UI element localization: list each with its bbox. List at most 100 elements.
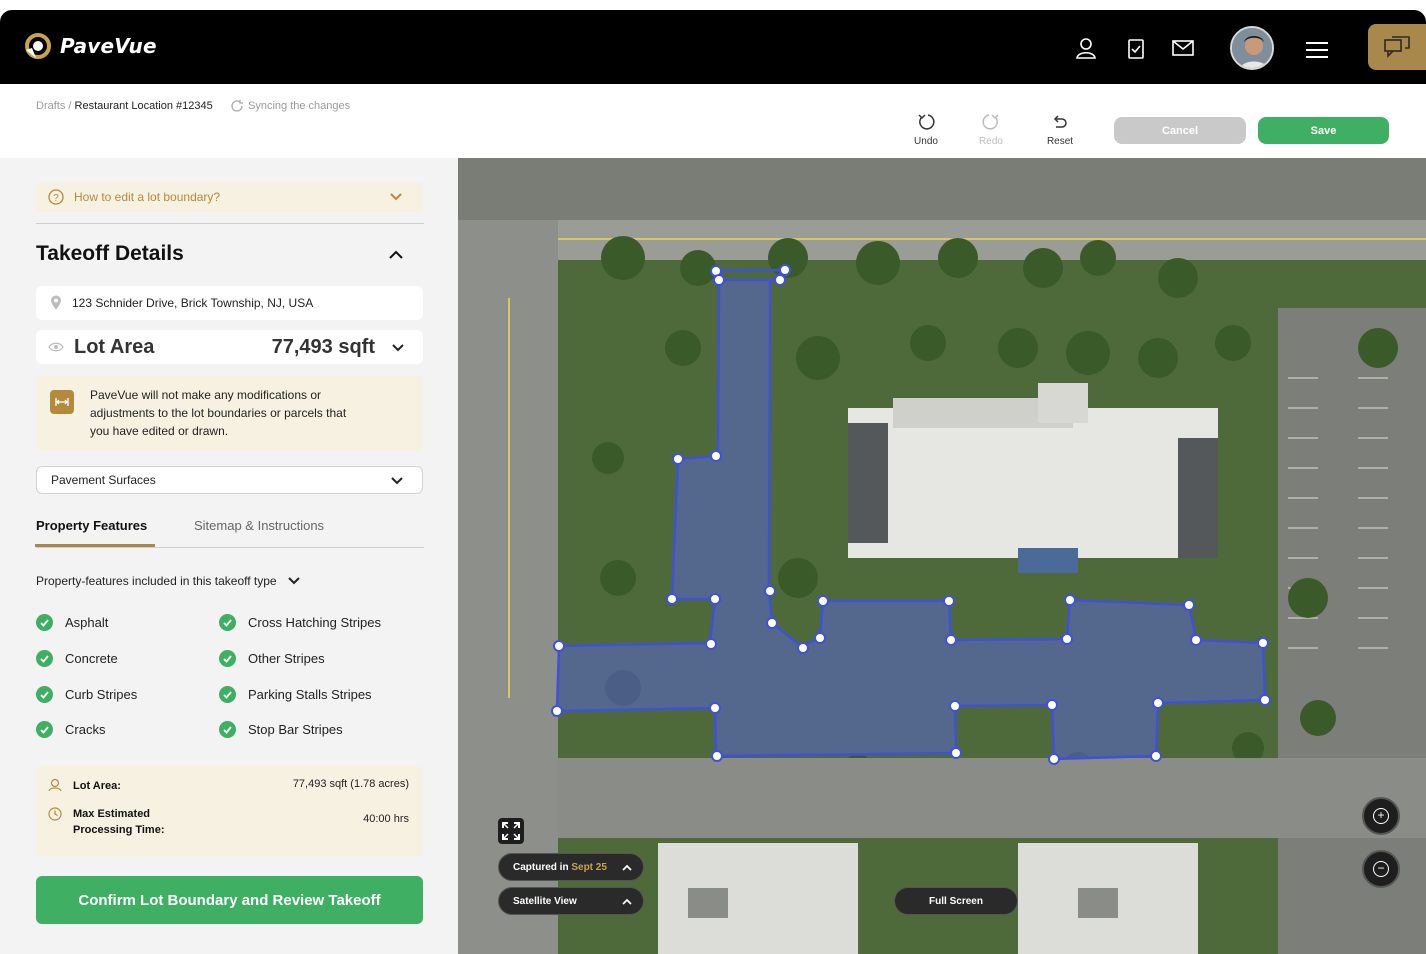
breadcrumb-root[interactable]: Drafts [36,100,65,112]
feature-item: Stop Bar Stripes [219,721,343,738]
map-view-select[interactable]: Satellite View [498,887,644,915]
chat-icon [1384,36,1410,58]
sync-icon [231,100,243,112]
check-icon [219,614,236,631]
lot-area-label: Lot Area [74,336,155,358]
breadcrumb-current: Restaurant Location #12345 [74,100,213,112]
feature-item: Concrete [36,650,118,667]
help-accordion[interactable]: ? How to edit a lot boundary? [36,182,423,212]
menu-icon[interactable] [1305,38,1329,62]
redo-button[interactable]: Redo [966,112,1016,147]
fullscreen-button[interactable]: Full Screen [894,887,1018,915]
confirm-button[interactable]: Confirm Lot Boundary and Review Takeoff [36,876,423,924]
map-view-label: Satellite View [513,895,577,907]
avatar-portrait-icon [1232,28,1272,68]
notice-text: PaveVue will not make any modifications … [90,388,347,438]
question-icon: ? [48,189,64,205]
sync-status-text: Syncing the changes [248,100,351,112]
tab-property-features[interactable]: Property Features [36,518,147,533]
check-icon [36,721,53,738]
takeoff-summary: Lot Area: 77,493 sqft (1.78 acres) Max E… [36,766,423,856]
chevron-down-icon [392,344,404,352]
tab-sitemap-instructions[interactable]: Sitemap & Instructions [194,518,324,533]
zoom-in-button[interactable]: + [1362,797,1400,835]
summary-time-label: Max Estimated [73,808,151,820]
boundary-icon [50,390,74,414]
feature-label: Concrete [65,651,118,666]
check-icon [36,686,53,703]
minus-icon: − [1373,861,1389,877]
avatar[interactable] [1230,26,1274,70]
chevron-down-icon [390,193,402,201]
chat-button[interactable] [1368,24,1426,70]
redo-icon [982,114,999,130]
mail-icon[interactable] [1171,36,1195,60]
cancel-button[interactable]: Cancel [1114,117,1246,144]
panel-tabs: Property Features Sitemap & Instructions [35,516,424,548]
check-icon [219,686,236,703]
summary-lot-area-label: Lot Area: [73,780,121,792]
satellite-map[interactable]: Captured in Sept 25 Satellite View Full … [458,158,1426,954]
captured-prefix: Captured in [513,861,569,873]
chevron-down-icon [287,577,300,585]
chevron-up-icon [622,864,632,871]
map-canvas[interactable] [458,158,1426,954]
summary-time-value: 40:00 hrs [363,813,409,825]
chevron-up-icon[interactable] [388,248,404,262]
sync-status: Syncing the changes [230,99,350,113]
feature-label: Asphalt [65,615,109,630]
address-field: 123 Schnider Drive, Brick Township, NJ, … [36,286,423,320]
redo-label: Redo [979,136,1003,147]
features-heading[interactable]: Property-features included in this takeo… [36,574,301,588]
user-icon[interactable] [1074,36,1098,60]
chevron-down-icon [391,477,403,485]
feature-label: Cross Hatching Stripes [248,615,381,630]
breadcrumb: Drafts / Restaurant Location #12345 [36,100,213,112]
reset-icon [1053,115,1067,128]
feature-label: Cracks [65,722,106,737]
summary-lot-area-value: 77,493 sqft (1.78 acres) [292,778,409,790]
breadcrumb-separator: / [65,100,75,112]
expand-icon[interactable] [498,818,524,844]
location-pin-icon [51,295,61,310]
feature-item: Parking Stalls Stripes [219,686,372,703]
eye-icon[interactable] [48,341,64,353]
brand-logo[interactable]: PaveVue [22,30,157,62]
feature-label: Parking Stalls Stripes [248,687,372,702]
undo-button[interactable]: Undo [901,112,951,147]
app-root: PaveVue Drafts / Restaurant Location #12… [0,0,1426,954]
edit-notice: PaveVue will not make any modifications … [36,376,423,451]
reset-button[interactable]: Reset [1035,112,1085,147]
lot-area-dropdown[interactable]: Lot Area 77,493 sqft [36,330,423,364]
lot-area-value: 77,493 sqft [271,336,375,358]
undo-icon [918,114,935,130]
clock-icon [48,807,62,821]
surface-type-value: Pavement Surfaces [51,473,156,487]
brand-name: PaveVue [60,34,157,58]
feature-label: Stop Bar Stripes [248,722,343,737]
active-tab-indicator [35,544,155,547]
feature-item: Curb Stripes [36,686,137,703]
address-text: 123 Schnider Drive, Brick Township, NJ, … [72,296,314,310]
help-label: How to edit a lot boundary? [74,190,221,204]
check-icon [219,721,236,738]
area-icon [48,778,62,792]
check-icon [219,650,236,667]
takeoff-panel: ? How to edit a lot boundary? Takeoff De… [0,158,458,954]
check-icon [36,614,53,631]
chevron-up-icon [622,898,632,905]
save-button[interactable]: Save [1258,117,1389,144]
zoom-out-button[interactable]: − [1362,850,1400,888]
check-icon [36,650,53,667]
clipboard-check-icon[interactable] [1124,36,1148,60]
feature-label: Curb Stripes [65,687,138,702]
plus-icon: + [1373,808,1389,824]
capture-date-pill[interactable]: Captured in Sept 25 [498,853,644,881]
surface-type-select[interactable]: Pavement Surfaces [36,466,423,494]
svg-text:?: ? [53,193,59,204]
undo-label: Undo [914,136,938,147]
takeoff-title: Takeoff Details [36,242,184,265]
captured-date: Sept 25 [571,861,607,873]
feature-item: Other Stripes [219,650,325,667]
fullscreen-label: Full Screen [929,895,983,907]
